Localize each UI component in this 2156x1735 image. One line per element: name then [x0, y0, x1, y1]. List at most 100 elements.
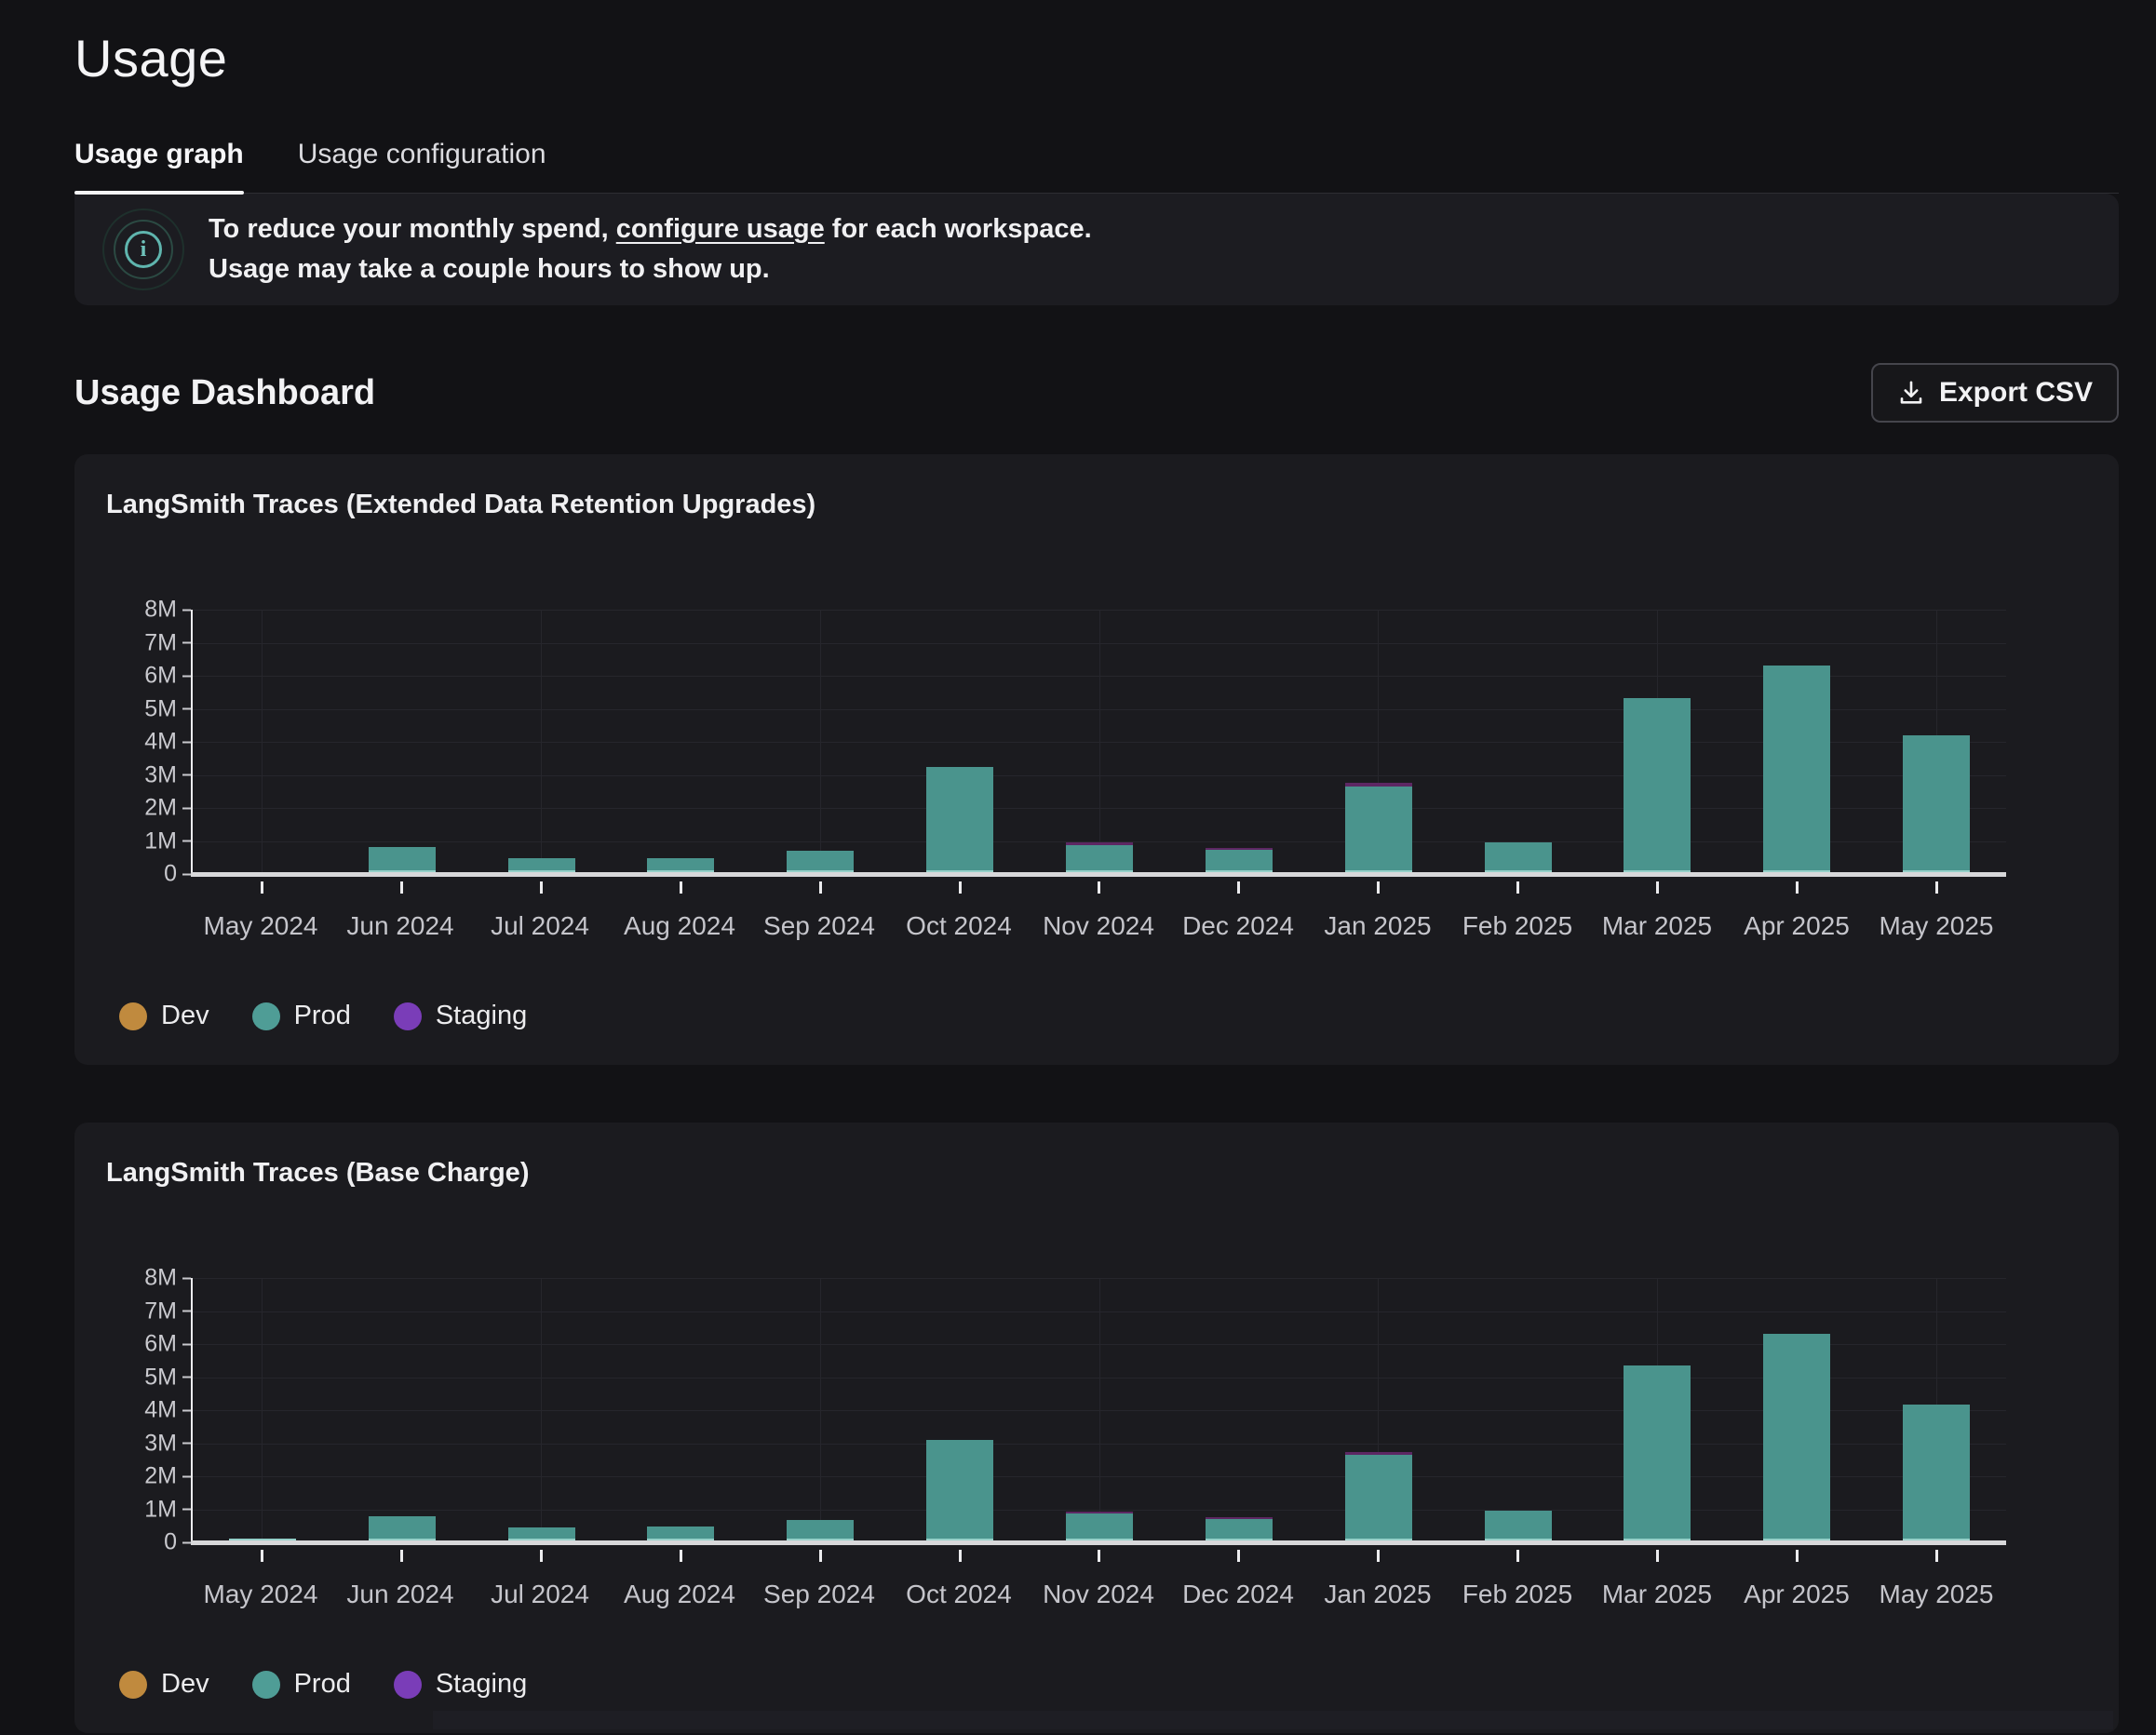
y-axis-tick-mark — [182, 1343, 191, 1345]
y-axis-tick-label: 4M — [144, 729, 177, 756]
x-axis-tick-mark — [1377, 1550, 1380, 1562]
x-axis-label: Jan 2025 — [1308, 1580, 1448, 1609]
x-axis-tick-mark — [1935, 1550, 1938, 1562]
bar-segment-prod — [1485, 842, 1552, 874]
legend-item-dev[interactable]: Dev — [119, 1001, 209, 1031]
y-axis-tick: 2M — [144, 1463, 191, 1490]
configure-usage-link[interactable]: configure usage — [616, 214, 825, 244]
x-axis-labels: May 2024Jun 2024Jul 2024Aug 2024Sep 2024… — [191, 911, 2006, 941]
x-axis-tick-slot — [890, 881, 1030, 894]
x-axis-tick-slot — [750, 1550, 890, 1562]
bar-slot — [1030, 842, 1169, 874]
stacked-bar — [1624, 698, 1691, 874]
x-axis-label: Apr 2025 — [1727, 1580, 1866, 1609]
y-axis-tick-mark — [182, 1541, 191, 1543]
banner-line-1: To reduce your monthly spend, configure … — [209, 209, 1092, 250]
y-axis-tick-label: 5M — [144, 1364, 177, 1391]
x-axis-tick-slot — [1866, 881, 2006, 894]
chart-plot-area: 8M7M6M5M4M3M2M1M0 — [102, 610, 2091, 874]
x-axis-line — [191, 1540, 2006, 1545]
y-axis-tick-mark — [182, 1509, 191, 1511]
y-axis-tick-label: 1M — [144, 1496, 177, 1523]
x-axis-tick-slot — [612, 881, 751, 894]
x-axis-tick-mark — [1377, 881, 1380, 894]
x-axis-tick-mark — [1796, 881, 1799, 894]
stacked-bar — [1345, 783, 1412, 874]
bar-segment-prod — [1624, 1365, 1691, 1542]
stacked-bar — [1903, 1405, 1970, 1542]
x-axis-tick-mark — [959, 1550, 962, 1562]
x-axis-tick-slot — [750, 881, 890, 894]
y-axis: 8M7M6M5M4M3M2M1M0 — [102, 1278, 191, 1542]
x-axis-label: Jun 2024 — [330, 1580, 470, 1609]
stacked-bar — [1206, 848, 1273, 874]
x-axis-line — [191, 872, 2006, 877]
bar-segment-prod — [1345, 1455, 1412, 1542]
y-axis-tick: 8M — [144, 1265, 191, 1292]
x-axis-tick-mark — [261, 1550, 263, 1562]
stacked-bar — [926, 1440, 993, 1542]
x-axis-label: Aug 2024 — [610, 1580, 749, 1609]
chart-legend: Dev Prod Staging — [119, 1001, 2091, 1031]
x-axis-tick-mark — [1796, 1550, 1799, 1562]
legend-dot-dev — [119, 1671, 147, 1699]
stacked-bar — [1485, 842, 1552, 874]
bar-slot — [890, 767, 1030, 874]
usage-page: Usage Usage graph Usage configuration i … — [0, 0, 2156, 1733]
y-axis-tick: 7M — [144, 629, 191, 656]
y-axis-tick: 6M — [144, 1331, 191, 1358]
stacked-bar — [1066, 842, 1133, 874]
y-axis-tick: 5M — [144, 695, 191, 722]
x-axis-tick-mark — [1516, 881, 1519, 894]
stacked-bar — [926, 767, 993, 874]
y-axis-tick-label: 8M — [144, 1265, 177, 1292]
chart-title: LangSmith Traces (Base Charge) — [106, 1158, 2091, 1189]
legend-item-dev[interactable]: Dev — [119, 1669, 209, 1700]
x-axis-tick-mark — [680, 1550, 682, 1562]
y-axis-tick: 4M — [144, 1397, 191, 1424]
y-axis-tick-mark — [182, 1475, 191, 1477]
legend-item-staging[interactable]: Staging — [394, 1669, 527, 1700]
y-axis-tick: 3M — [144, 1430, 191, 1457]
y-axis-tick-label: 5M — [144, 695, 177, 722]
x-axis-label: Apr 2025 — [1727, 911, 1866, 941]
chart-card-base-charge: LangSmith Traces (Base Charge) 8M7M6M5M4… — [74, 1123, 2119, 1733]
x-axis-tick-slot — [1449, 881, 1588, 894]
legend-label: Prod — [294, 1669, 351, 1700]
bar-slot — [750, 1520, 890, 1542]
bar-slot — [1587, 1365, 1727, 1542]
tab-usage-graph[interactable]: Usage graph — [74, 139, 244, 193]
y-axis-tick-mark — [182, 1409, 191, 1411]
legend-dot-dev — [119, 1002, 147, 1030]
stacked-bar — [1763, 666, 1830, 874]
x-axis-tick-mark — [680, 881, 682, 894]
y-axis-tick-label: 0 — [164, 861, 177, 888]
x-axis-tick-slot — [193, 881, 332, 894]
chart-title: LangSmith Traces (Extended Data Retentio… — [106, 490, 2091, 520]
stacked-bar — [1206, 1517, 1273, 1542]
page-title: Usage — [74, 28, 2119, 88]
legend-dot-staging — [394, 1671, 422, 1699]
bar-segment-prod — [1763, 666, 1830, 874]
x-axis-tick-mark — [1237, 1550, 1240, 1562]
x-axis-tick-mark — [1237, 881, 1240, 894]
tab-usage-configuration[interactable]: Usage configuration — [298, 139, 546, 193]
legend-item-prod[interactable]: Prod — [252, 1001, 351, 1031]
x-axis-label: May 2025 — [1866, 1580, 2006, 1609]
y-axis-tick: 0 — [164, 1529, 191, 1556]
y-axis-tick-mark — [182, 741, 191, 743]
y-axis-tick: 1M — [144, 827, 191, 854]
x-axis-label: Oct 2024 — [889, 1580, 1029, 1609]
x-axis-ticks — [193, 1550, 2006, 1562]
y-axis-tick: 6M — [144, 663, 191, 690]
bar-slot — [1449, 842, 1588, 874]
x-axis-tick-mark — [819, 1550, 822, 1562]
x-axis-label: Jun 2024 — [330, 911, 470, 941]
legend-item-prod[interactable]: Prod — [252, 1669, 351, 1700]
x-axis-tick-slot — [1169, 881, 1309, 894]
legend-item-staging[interactable]: Staging — [394, 1001, 527, 1031]
info-banner: i To reduce your monthly spend, configur… — [74, 194, 2119, 305]
export-csv-button[interactable]: Export CSV — [1871, 363, 2119, 423]
y-axis-tick: 2M — [144, 795, 191, 822]
bar-slot — [332, 1516, 472, 1542]
